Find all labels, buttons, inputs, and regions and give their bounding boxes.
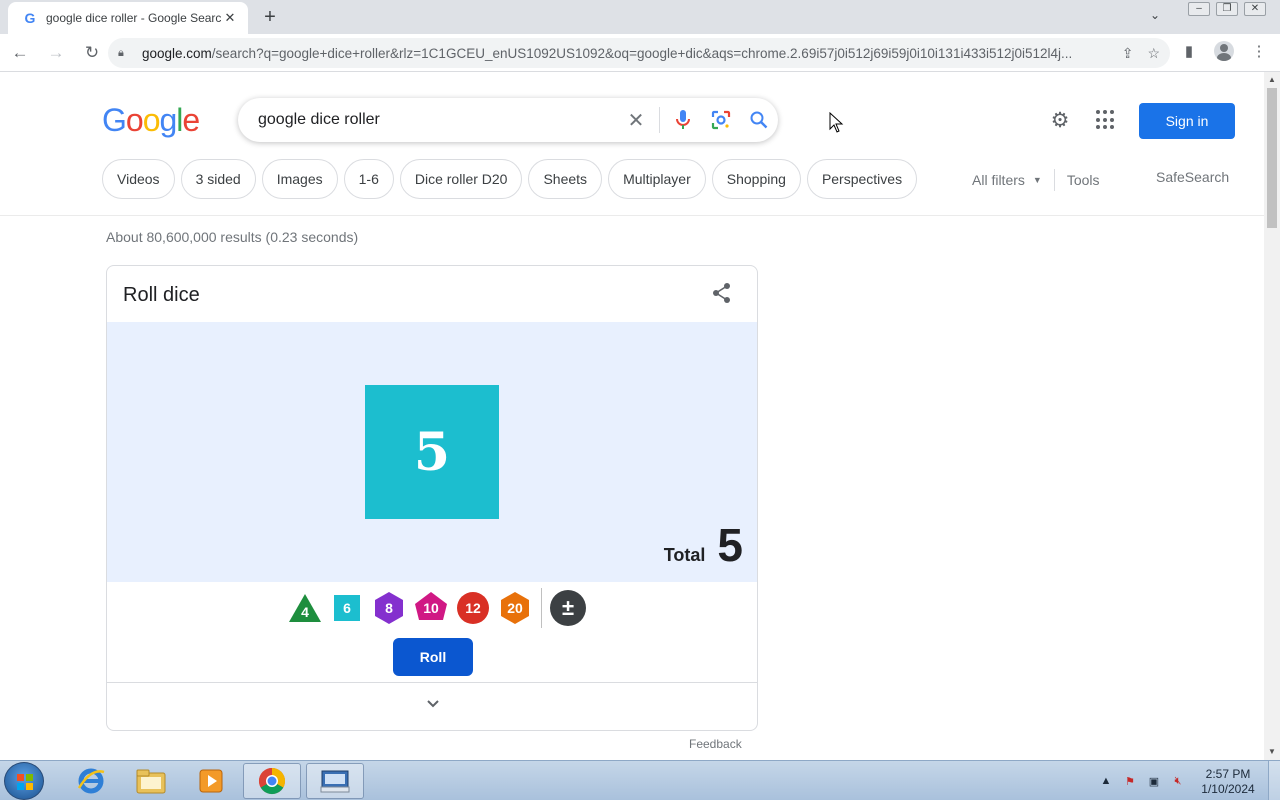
chip-3-sided[interactable]: 3 sided [180, 159, 256, 199]
minimize-button[interactable]: – [1188, 2, 1210, 16]
tab-google-search[interactable]: G google dice roller - Google Search ✕ [8, 2, 248, 34]
clock-time: 2:57 PM [1205, 767, 1251, 781]
taskbar-chrome[interactable] [243, 763, 301, 799]
tab-title: google dice roller - Google Search [46, 11, 222, 25]
clock-date: 1/10/2024 [1201, 782, 1255, 796]
restore-button[interactable]: ❐ [1216, 2, 1238, 16]
chip-perspectives[interactable]: Perspectives [806, 159, 918, 199]
sign-in-button[interactable]: Sign in [1139, 103, 1235, 139]
show-desktop-button[interactable] [1268, 761, 1280, 800]
browser-toolbar: ← → ↻ 🔒︎ google.com/search?q=google+dice… [0, 34, 1280, 72]
chip-videos[interactable]: Videos [102, 159, 175, 199]
chip-shopping[interactable]: Shopping [711, 159, 801, 199]
roll-button[interactable]: Roll [393, 638, 473, 676]
dice-divider [541, 588, 542, 628]
d8-button[interactable]: 8 [371, 590, 407, 626]
d6-result-die[interactable]: 5 [365, 385, 499, 519]
taskbar-internet-explorer[interactable] [62, 763, 120, 799]
dice-roller-card: Roll dice 5 Total 5 4 6 8 10 12 20 ± Rol… [106, 265, 758, 731]
start-button[interactable] [4, 762, 44, 800]
forward-button[interactable]: → [40, 37, 72, 69]
d12-button[interactable]: 12 [455, 590, 491, 626]
all-filters-button[interactable]: All filters [972, 172, 1025, 188]
expand-chevron-down-icon[interactable] [423, 694, 443, 714]
feedback-link[interactable]: Feedback [689, 737, 742, 751]
chip-dice-roller-d20[interactable]: Dice roller D20 [399, 159, 523, 199]
volume-muted-icon[interactable]: 🔇︎ [1170, 773, 1186, 789]
taskbar-file-explorer[interactable] [122, 763, 180, 799]
window-controls: – ❐ ✕ [1188, 2, 1266, 16]
scroll-down-icon[interactable]: ▼ [1264, 744, 1280, 760]
caret-down-icon[interactable]: ▼ [1033, 175, 1042, 185]
d10-button[interactable]: 10 [413, 590, 449, 626]
windows-flag-icon [17, 774, 33, 790]
dice-selector: 4 6 8 10 12 20 ± [287, 588, 586, 628]
side-panel-icon[interactable]: ▮ [1178, 40, 1200, 62]
search-input[interactable]: google dice roller [258, 111, 617, 129]
total-value: 5 [717, 519, 743, 571]
system-tray: ▲ ⚑ ▣ 🔇︎ [1098, 761, 1186, 800]
omnibox-actions: ⇪ ☆ [1122, 45, 1160, 62]
d4-button[interactable]: 4 [287, 590, 323, 626]
reload-button[interactable]: ↻ [76, 37, 108, 69]
google-favicon-icon: G [24, 10, 36, 26]
chip-1-6[interactable]: 1-6 [343, 159, 394, 199]
page-scrollbar[interactable]: ▲ ▼ [1264, 72, 1280, 760]
total-display: Total 5 [664, 522, 743, 568]
more-menu-icon[interactable]: ⋮ [1248, 40, 1270, 62]
google-logo[interactable]: Google [102, 102, 200, 139]
page-content: Google google dice roller ✕ ⚙ Sign in Vi… [0, 72, 1264, 760]
taskbar-clock[interactable]: 2:57 PM 1/10/2024 [1196, 767, 1260, 797]
clear-search-icon[interactable]: ✕ [617, 98, 655, 142]
scrollbar-thumb[interactable] [1267, 88, 1277, 228]
tab-strip: G google dice roller - Google Search ✕ +… [0, 0, 1280, 34]
filters-divider [1053, 169, 1055, 191]
google-apps-icon[interactable] [1096, 110, 1116, 130]
settings-gear-icon[interactable]: ⚙ [1048, 108, 1072, 132]
network-icon[interactable]: ▣ [1146, 773, 1162, 789]
lock-icon[interactable]: 🔒︎ [118, 47, 132, 60]
result-stats: About 80,600,000 results (0.23 seconds) [106, 229, 359, 245]
action-center-flag-icon[interactable]: ⚑ [1122, 773, 1138, 789]
chip-multiplayer[interactable]: Multiplayer [608, 159, 706, 199]
close-window-button[interactable]: ✕ [1244, 2, 1266, 16]
bookmark-star-icon[interactable]: ☆ [1147, 45, 1160, 62]
new-tab-button[interactable]: + [258, 6, 282, 28]
tab-close-icon[interactable]: ✕ [222, 10, 238, 26]
modifier-plus-minus-button[interactable]: ± [550, 590, 586, 626]
header-divider [0, 215, 1264, 216]
voice-search-icon[interactable] [664, 98, 702, 142]
mouse-cursor-icon [829, 111, 845, 134]
url-text[interactable]: google.com/search?q=google+dice+roller&r… [142, 46, 1114, 61]
toolbar-right: ▮ ⋮ [1178, 40, 1270, 62]
chip-sheets[interactable]: Sheets [528, 159, 603, 199]
address-bar[interactable]: 🔒︎ google.com/search?q=google+dice+rolle… [108, 38, 1170, 68]
back-button[interactable]: ← [4, 37, 36, 69]
card-title: Roll dice [123, 284, 200, 306]
chip-images[interactable]: Images [261, 159, 338, 199]
taskbar-media-player[interactable] [182, 763, 240, 799]
share-icon[interactable] [711, 282, 733, 304]
dice-display-area: 5 Total 5 [107, 322, 757, 582]
scroll-up-icon[interactable]: ▲ [1264, 72, 1280, 88]
safesearch-button[interactable]: SafeSearch [1156, 169, 1229, 185]
filters-bar: All filters ▼ Tools [972, 169, 1100, 191]
search-divider [659, 107, 660, 133]
search-icon[interactable] [740, 98, 778, 142]
search-chips: Videos 3 sided Images 1-6 Dice roller D2… [102, 159, 918, 199]
profile-avatar-icon[interactable] [1214, 41, 1234, 61]
taskbar-on-screen-keyboard[interactable] [306, 763, 364, 799]
lens-search-icon[interactable] [702, 98, 740, 142]
tools-button[interactable]: Tools [1067, 172, 1100, 188]
total-label: Total [663, 545, 706, 565]
show-hidden-icons-icon[interactable]: ▲ [1098, 773, 1114, 789]
windows-taskbar: ▲ ⚑ ▣ 🔇︎ 2:57 PM 1/10/2024 [0, 760, 1280, 800]
search-box[interactable]: google dice roller ✕ [238, 98, 778, 142]
d6-button[interactable]: 6 [329, 590, 365, 626]
tab-search-chevron-icon[interactable]: ⌄ [1150, 8, 1160, 22]
card-divider [107, 682, 757, 683]
share-page-icon[interactable]: ⇪ [1122, 45, 1134, 62]
d20-button[interactable]: 20 [497, 590, 533, 626]
